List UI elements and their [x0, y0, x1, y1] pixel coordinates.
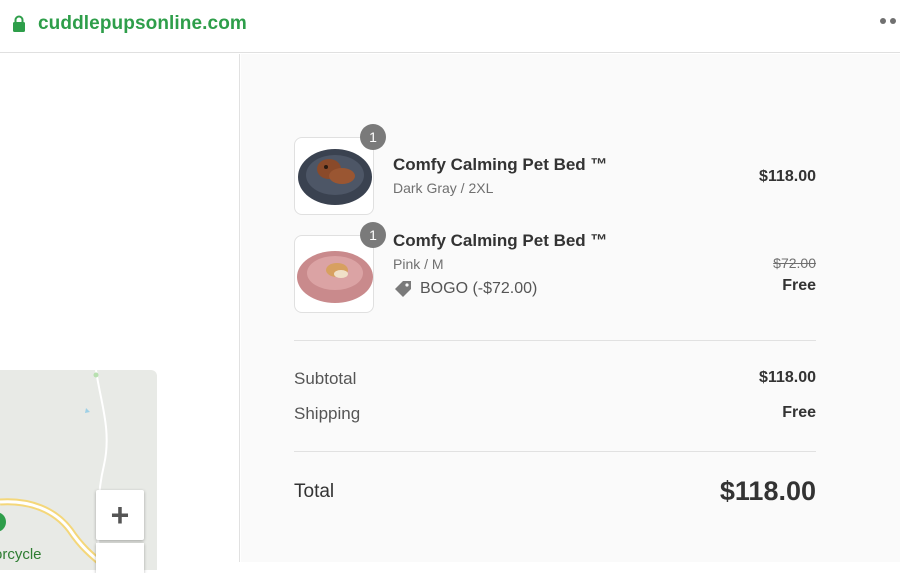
discount-line: BOGO (-$72.00): [393, 279, 537, 299]
quantity-badge: 1: [360, 124, 386, 150]
total-value: $118.00: [719, 476, 816, 506]
quantity-badge: 1: [360, 222, 386, 248]
divider: [294, 451, 816, 452]
lock-icon: [13, 15, 25, 32]
url-text[interactable]: cuddlepupsonline.com: [38, 13, 247, 35]
pink-pet-bed-image: [297, 251, 373, 303]
order-summary: 1 Comfy Calming Pet Bed ™ Dark Gray / 2X…: [241, 54, 900, 562]
subtotal-value: $118.00: [759, 369, 816, 386]
tag-icon: [395, 281, 411, 297]
product-price: $118.00: [759, 168, 816, 185]
original-price: $72.00: [773, 255, 816, 271]
map-place-label: orcycle: [0, 546, 42, 563]
checkout-left-pane: + orcycle: [0, 54, 240, 573]
map-zoom-in-button[interactable]: +: [96, 490, 144, 540]
map-zoom-out-button[interactable]: [96, 543, 144, 573]
more-options-icon[interactable]: [880, 18, 900, 30]
product-variant: Dark Gray / 2XL: [393, 180, 494, 196]
product-variant: Pink / M: [393, 256, 444, 272]
cart-item: 1 Comfy Calming Pet Bed ™ Dark Gray / 2X…: [294, 124, 816, 217]
map-view[interactable]: [0, 370, 157, 570]
cart-item: 1 Comfy Calming Pet Bed ™ Pink / M BOGO …: [294, 222, 816, 315]
product-thumbnail: [294, 235, 374, 313]
total-label: Total: [294, 481, 335, 502]
shipping-value: Free: [782, 404, 816, 421]
map-roads: [0, 370, 113, 570]
product-price: Free: [782, 277, 816, 294]
dark-gray-pet-bed-image: [298, 149, 372, 205]
divider: [294, 340, 816, 341]
browser-url-bar[interactable]: cuddlepupsonline.com: [0, 0, 900, 53]
product-thumbnail: [294, 137, 374, 215]
discount-text: BOGO (-$72.00): [420, 280, 538, 297]
product-name: Comfy Calming Pet Bed ™: [393, 155, 608, 174]
product-name: Comfy Calming Pet Bed ™: [393, 231, 608, 250]
subtotal-label: Subtotal: [294, 369, 357, 388]
shipping-label: Shipping: [294, 404, 361, 423]
